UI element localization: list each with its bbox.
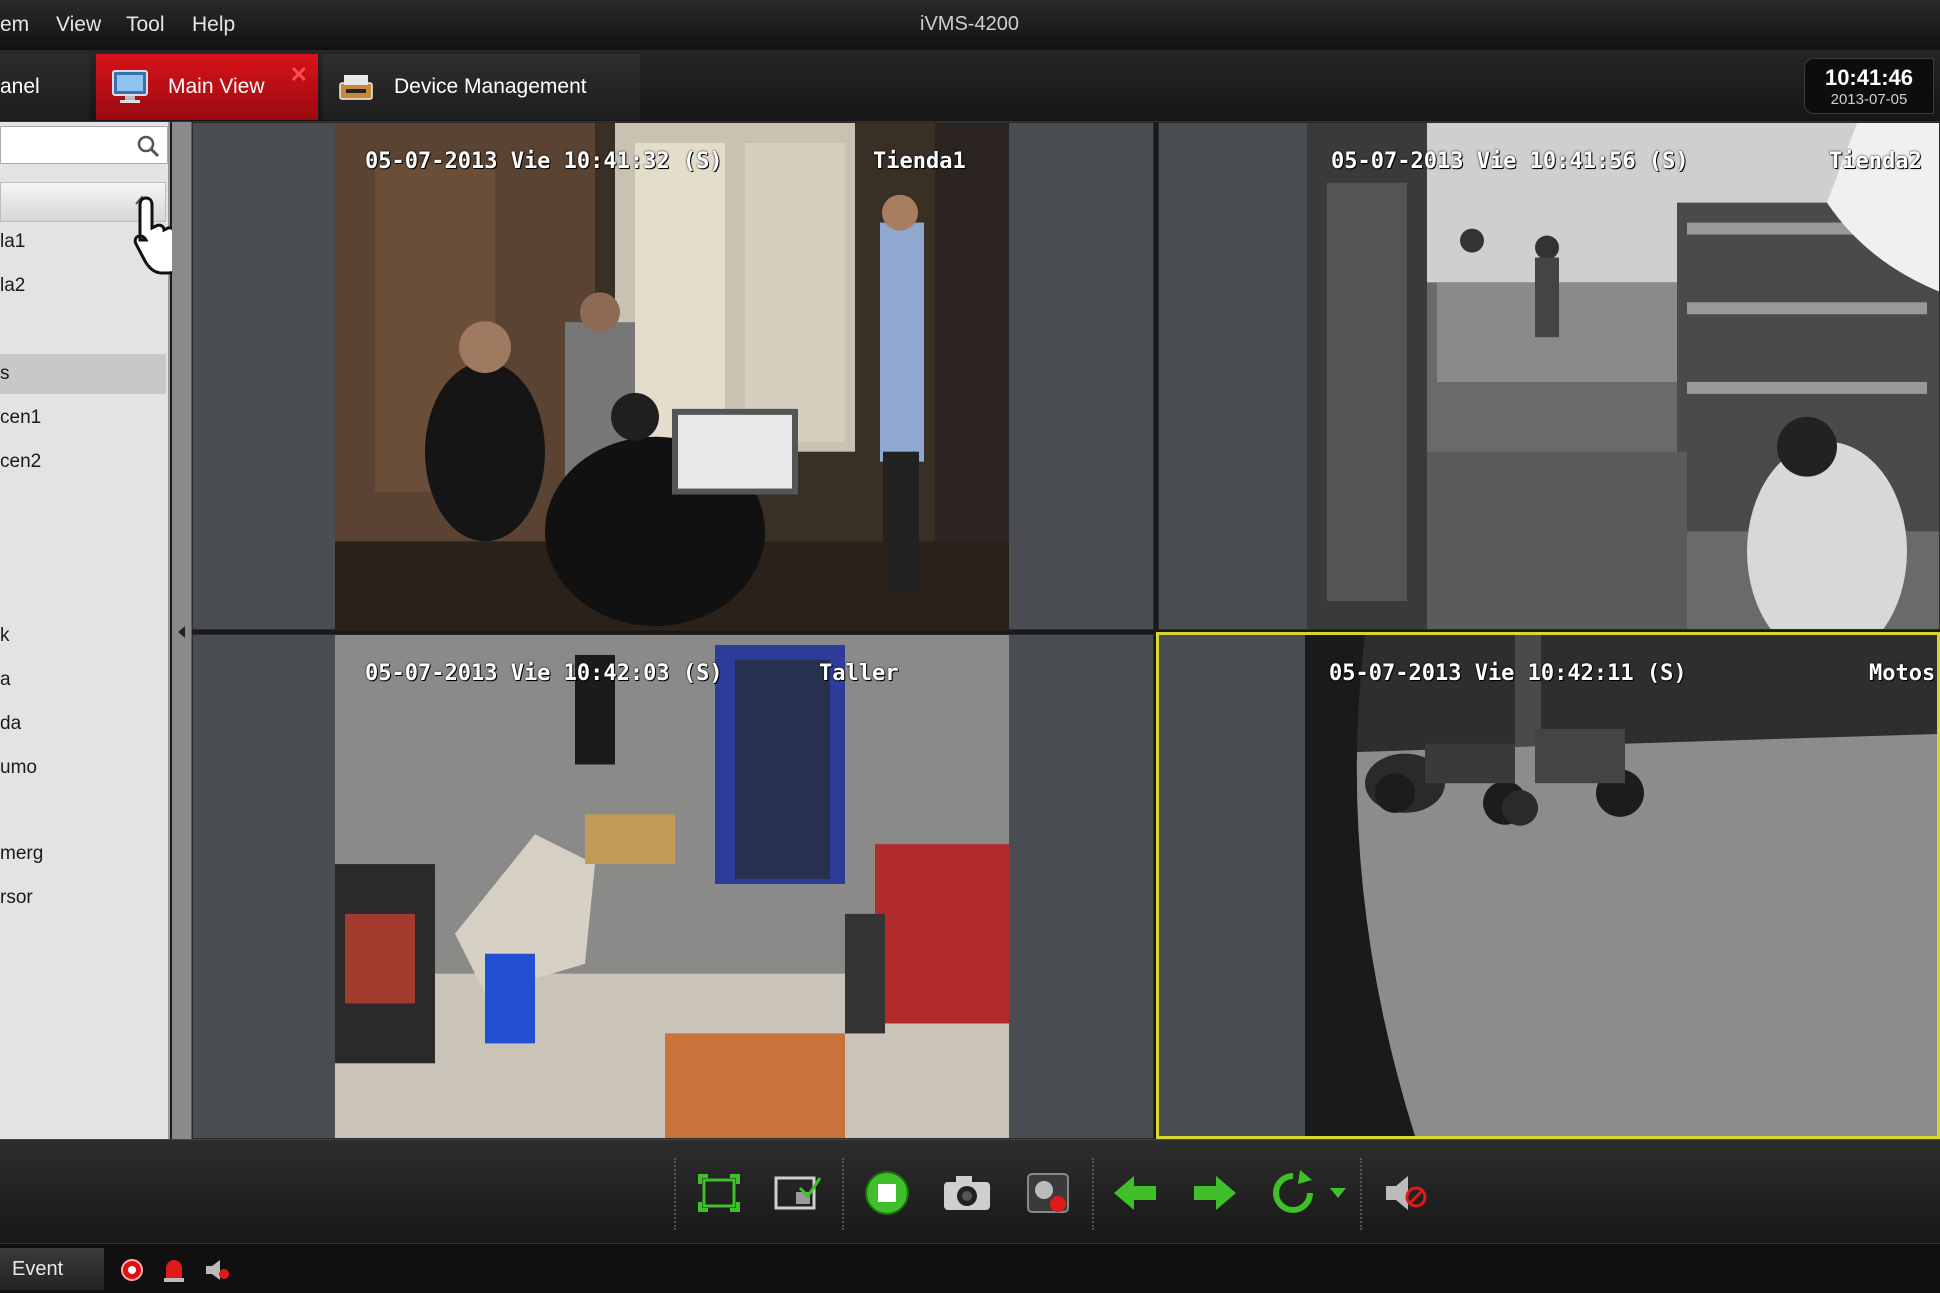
monitor-icon [112, 70, 148, 103]
status-bar: Event [0, 1243, 1940, 1293]
camera-timestamp: 05-07-2013 Vie 10:42:11 (S) [1329, 661, 1687, 686]
tab-control-panel[interactable]: anel [0, 54, 90, 120]
camera-name: Tienda2 [1829, 149, 1922, 174]
mute-icon[interactable] [1380, 1170, 1430, 1216]
camera-name: Motos [1869, 661, 1936, 686]
auto-switch-icon[interactable] [1268, 1170, 1318, 1216]
next-arrow-icon[interactable] [1190, 1170, 1240, 1216]
search-input[interactable] [0, 126, 168, 164]
record-icon[interactable] [1024, 1170, 1074, 1216]
tab-control-panel-label: anel [0, 75, 40, 98]
search-icon[interactable] [135, 133, 161, 159]
camera-feed-image [1307, 123, 1939, 629]
video-grid: 05-07-2013 Vie 10:41:32 (S) Tienda1 05-0… [192, 122, 1940, 1139]
video-window-3[interactable]: 05-07-2013 Vie 10:42:03 (S) Taller [192, 634, 1154, 1139]
menu-bar: em View Tool Help iVMS-4200 [0, 0, 1940, 50]
video-window-2[interactable]: 05-07-2013 Vie 10:41:56 (S) Tienda2 [1158, 122, 1940, 630]
tab-main-view-label: Main View [168, 75, 265, 98]
alarm-event-icon[interactable] [118, 1254, 146, 1284]
tree-item[interactable]: rsor [0, 878, 166, 918]
camera-timestamp: 05-07-2013 Vie 10:42:03 (S) [365, 661, 723, 686]
device-icon [339, 75, 373, 100]
panel-splitter[interactable] [172, 122, 192, 1139]
toolbar-separator [842, 1158, 844, 1230]
audio-alarm-icon[interactable] [202, 1254, 230, 1284]
tree-item[interactable]: cen2 [0, 442, 166, 482]
event-tab[interactable]: Event [0, 1248, 104, 1290]
clock-time: 10:41:46 [1824, 65, 1914, 90]
camera-feed-image [1305, 635, 1937, 1136]
video-window-1[interactable]: 05-07-2013 Vie 10:41:32 (S) Tienda1 [192, 122, 1154, 630]
tree-item[interactable]: a [0, 660, 166, 700]
collapse-left-icon[interactable] [178, 626, 185, 638]
tree-item[interactable]: da [0, 704, 166, 744]
toolbar-separator [1092, 1158, 1094, 1230]
clock-display: 10:41:46 2013-07-05 [1804, 58, 1934, 114]
window-title: iVMS-4200 [920, 13, 1019, 35]
camera-feed-image [335, 635, 1009, 1138]
tree-item-selected[interactable]: s [0, 354, 166, 394]
camera-timestamp: 05-07-2013 Vie 10:41:32 (S) [365, 149, 723, 174]
tree-item[interactable]: cen1 [0, 398, 166, 438]
tab-device-management[interactable]: Device Management [322, 54, 640, 120]
camera-name: Tienda1 [873, 149, 966, 174]
menu-system[interactable]: em [0, 13, 29, 37]
menu-help[interactable]: Help [192, 13, 235, 37]
tree-item[interactable]: umo [0, 748, 166, 788]
toolbar-separator [674, 1158, 676, 1230]
menu-tool[interactable]: Tool [126, 13, 165, 37]
camera-capture-icon[interactable] [942, 1170, 992, 1216]
playback-toolbar [0, 1139, 1940, 1243]
close-tab-icon[interactable]: ✕ [290, 62, 308, 88]
tab-main-view[interactable]: Main View ✕ [96, 54, 318, 120]
tab-bar: anel Main View ✕ Device Management [0, 50, 1940, 122]
event-tab-label: Event [12, 1257, 64, 1280]
tab-device-management-label: Device Management [394, 75, 587, 98]
previous-arrow-icon[interactable] [1110, 1170, 1160, 1216]
clock-date: 2013-07-05 [1830, 91, 1908, 108]
camera-timestamp: 05-07-2013 Vie 10:41:56 (S) [1331, 149, 1689, 174]
menu-view[interactable]: View [56, 13, 101, 37]
video-window-4-selected[interactable]: 05-07-2013 Vie 10:42:11 (S) Motos [1156, 632, 1940, 1139]
tree-item[interactable] [0, 310, 166, 350]
ivms-window: em View Tool Help iVMS-4200 anel Main Vi… [0, 0, 1940, 1293]
camera-feed-image [335, 123, 1009, 629]
camera-name: Taller [819, 661, 899, 686]
stop-all-icon[interactable] [862, 1170, 912, 1216]
fullscreen-icon[interactable] [694, 1170, 744, 1216]
window-layout-icon[interactable] [772, 1170, 822, 1216]
chevron-down-icon[interactable] [1326, 1170, 1350, 1216]
tree-item[interactable]: merg [0, 834, 166, 874]
toolbar-separator [1360, 1158, 1362, 1230]
tree-item[interactable]: k [0, 616, 166, 656]
alarm-light-icon[interactable] [160, 1254, 188, 1284]
